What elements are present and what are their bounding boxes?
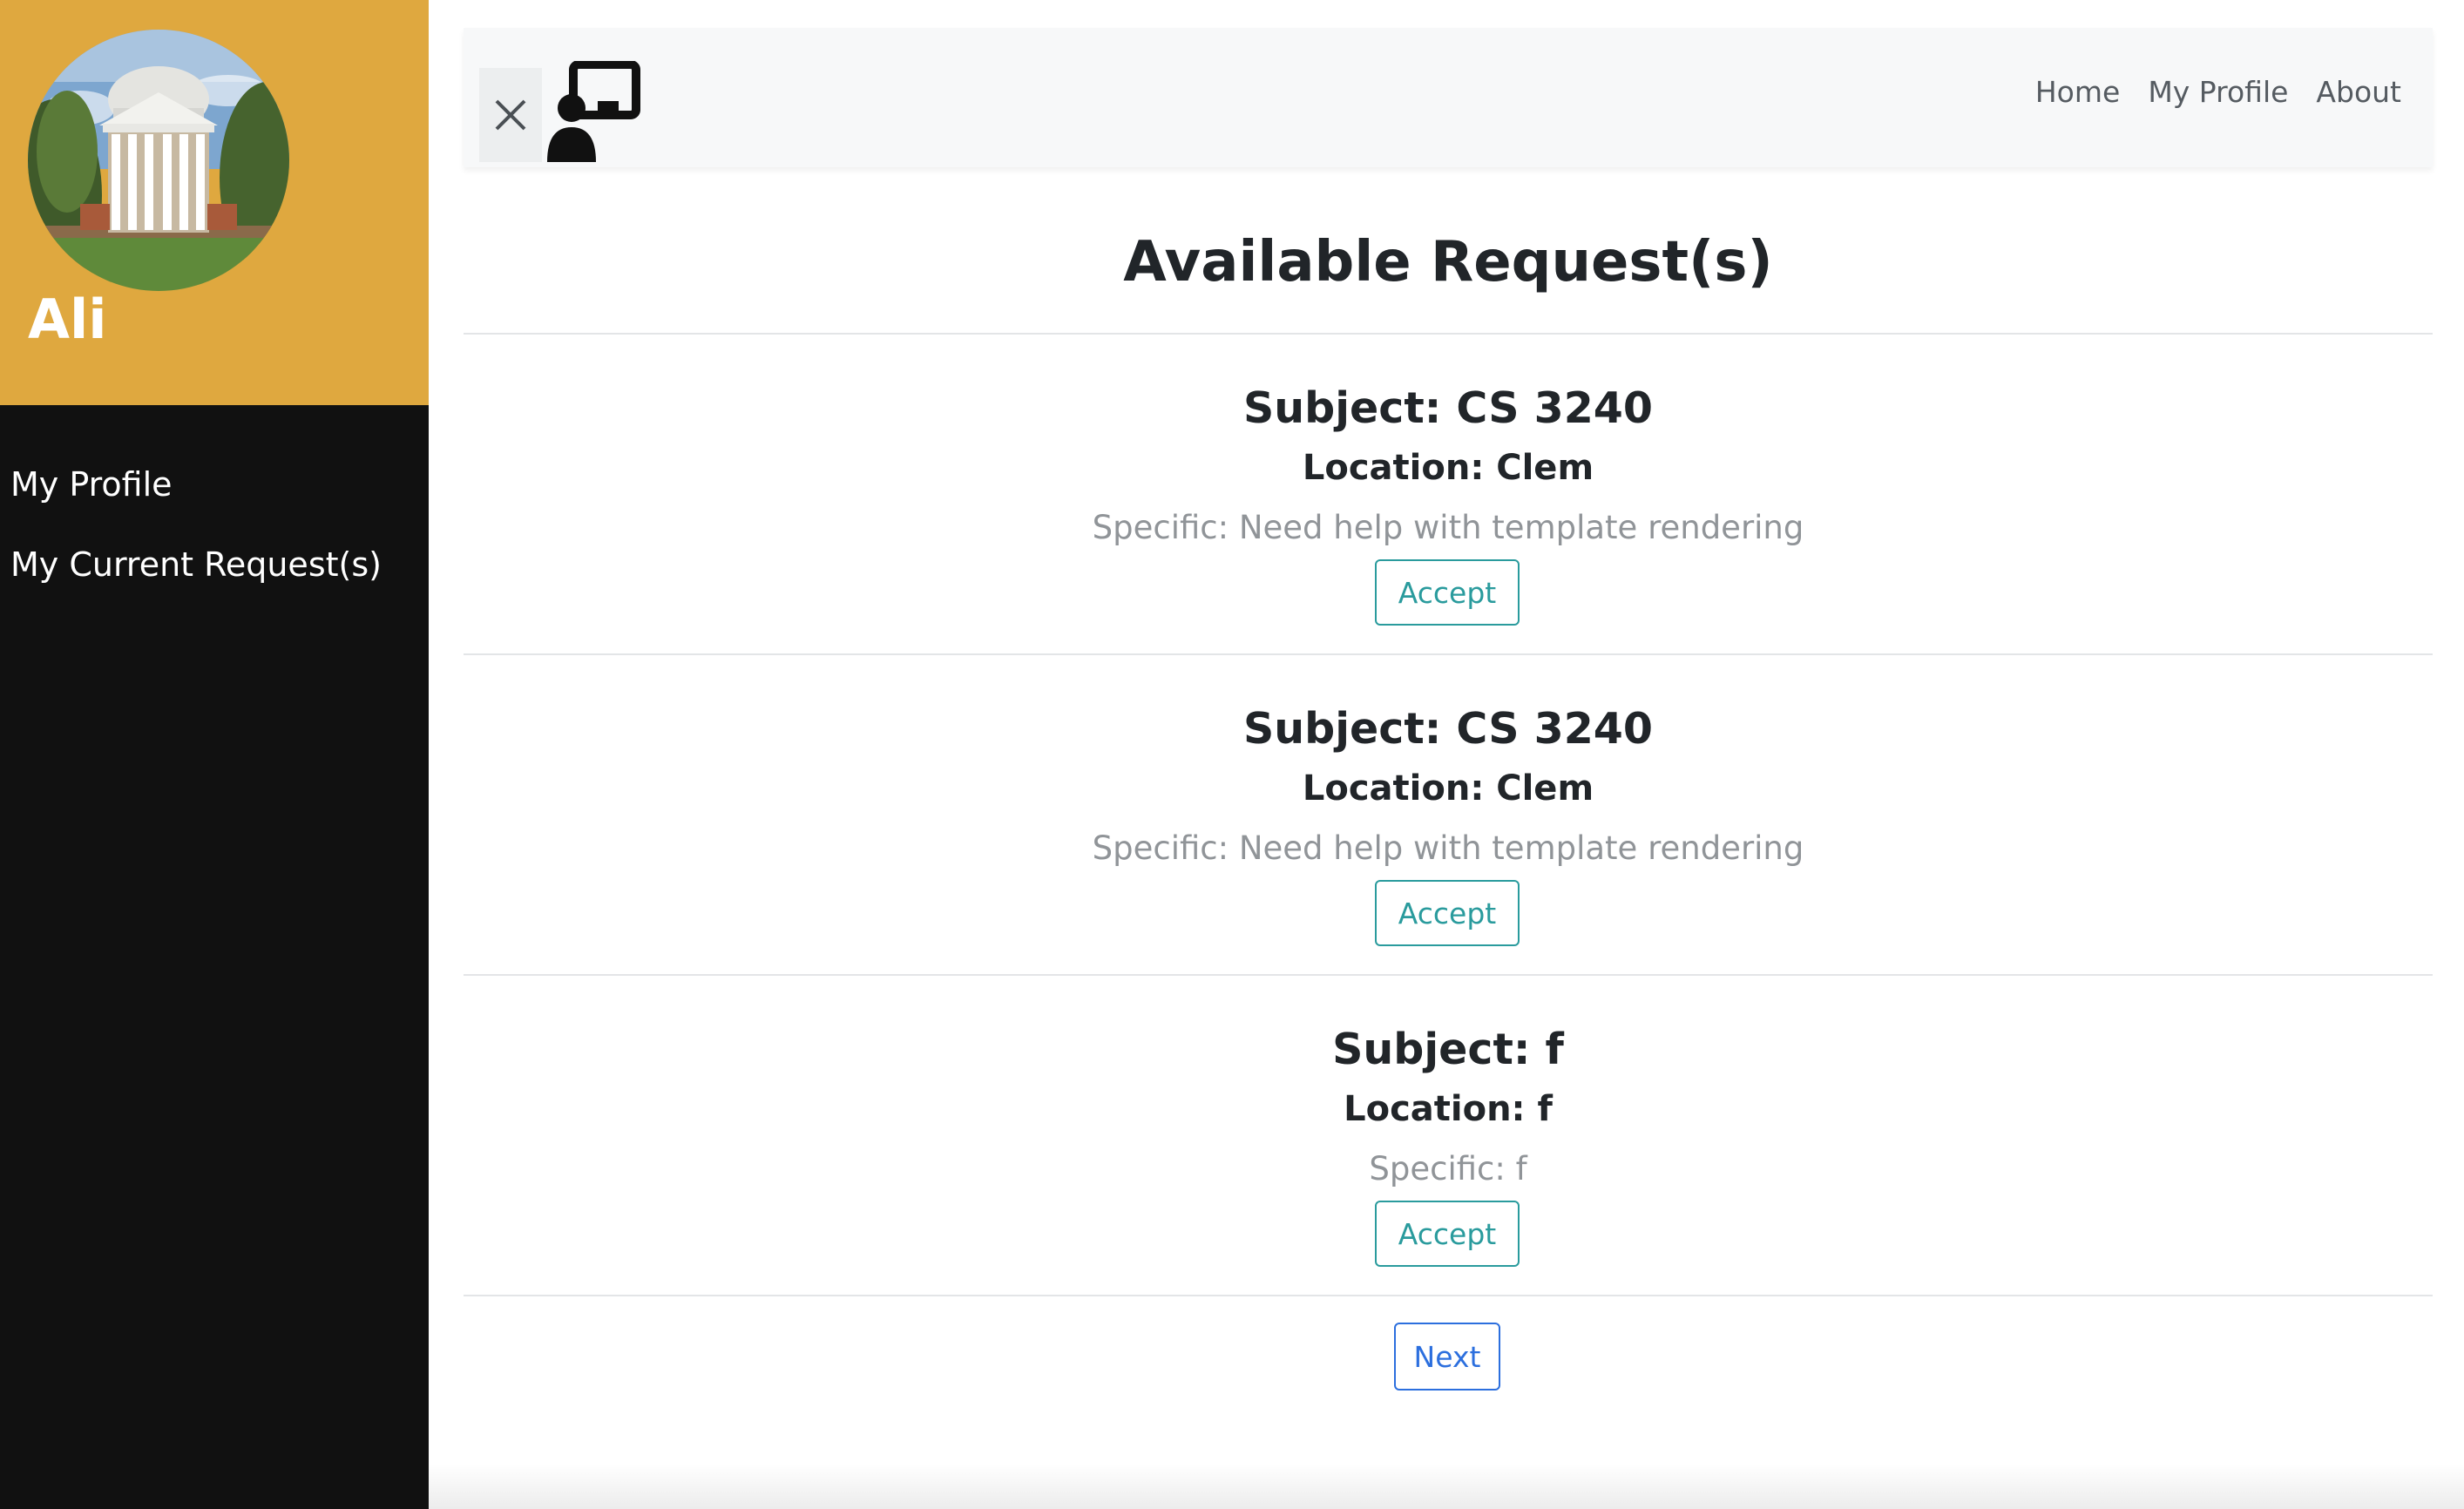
sidebar-item-my-profile[interactable]: My Profile — [0, 444, 429, 524]
request-card: Subject: CS 3240 Location: Clem Specific… — [464, 335, 2433, 655]
close-sidebar-button[interactable] — [479, 68, 542, 162]
request-subject: Subject: f — [1332, 1025, 1564, 1074]
request-location: Location: Clem — [1302, 448, 1594, 488]
request-subject: Subject: CS 3240 — [1243, 383, 1653, 433]
request-location: Location: Clem — [1302, 768, 1594, 809]
request-card: Subject: CS 3240 Location: Clem Specific… — [464, 655, 2433, 976]
request-specific: Specific: f — [1369, 1150, 1527, 1188]
request-subject: Subject: CS 3240 — [1243, 704, 1653, 754]
avatar-image — [28, 30, 289, 291]
request-card: Subject: f Location: f Specific: f Accep… — [464, 976, 2433, 1296]
accept-button[interactable]: Accept — [1375, 1201, 1520, 1267]
avatar — [28, 30, 289, 291]
tutor-presentation-icon — [547, 60, 641, 166]
request-specific: Specific: Need help with template render… — [1092, 509, 1804, 546]
request-list: Subject: CS 3240 Location: Clem Specific… — [464, 335, 2433, 1296]
bottom-edge-shadow — [429, 1464, 2464, 1509]
request-specific: Specific: Need help with template render… — [1092, 829, 1804, 867]
top-navbar: Home My Profile About — [464, 28, 2433, 167]
sidebar-nav: My Profile My Current Request(s) — [0, 444, 429, 605]
sidebar-item-my-current-requests[interactable]: My Current Request(s) — [0, 524, 429, 605]
top-nav: Home My Profile About — [2035, 75, 2401, 109]
next-page-button[interactable]: Next — [1394, 1323, 1500, 1391]
close-icon — [495, 99, 526, 131]
request-location: Location: f — [1344, 1089, 1553, 1129]
nav-link-about[interactable]: About — [2316, 75, 2401, 109]
username: Ali — [28, 288, 107, 351]
nav-link-home[interactable]: Home — [2035, 75, 2120, 109]
app-root: Ali My Profile My Current Request(s) Hom… — [0, 0, 2464, 1509]
nav-link-my-profile[interactable]: My Profile — [2148, 75, 2288, 109]
page-title: Available Request(s) — [1123, 230, 1773, 294]
accept-button[interactable]: Accept — [1375, 559, 1520, 626]
main-content: Home My Profile About Available Request(… — [464, 28, 2433, 1391]
sidebar: Ali My Profile My Current Request(s) — [0, 0, 429, 1509]
sidebar-header: Ali — [0, 0, 429, 405]
accept-button[interactable]: Accept — [1375, 880, 1520, 946]
